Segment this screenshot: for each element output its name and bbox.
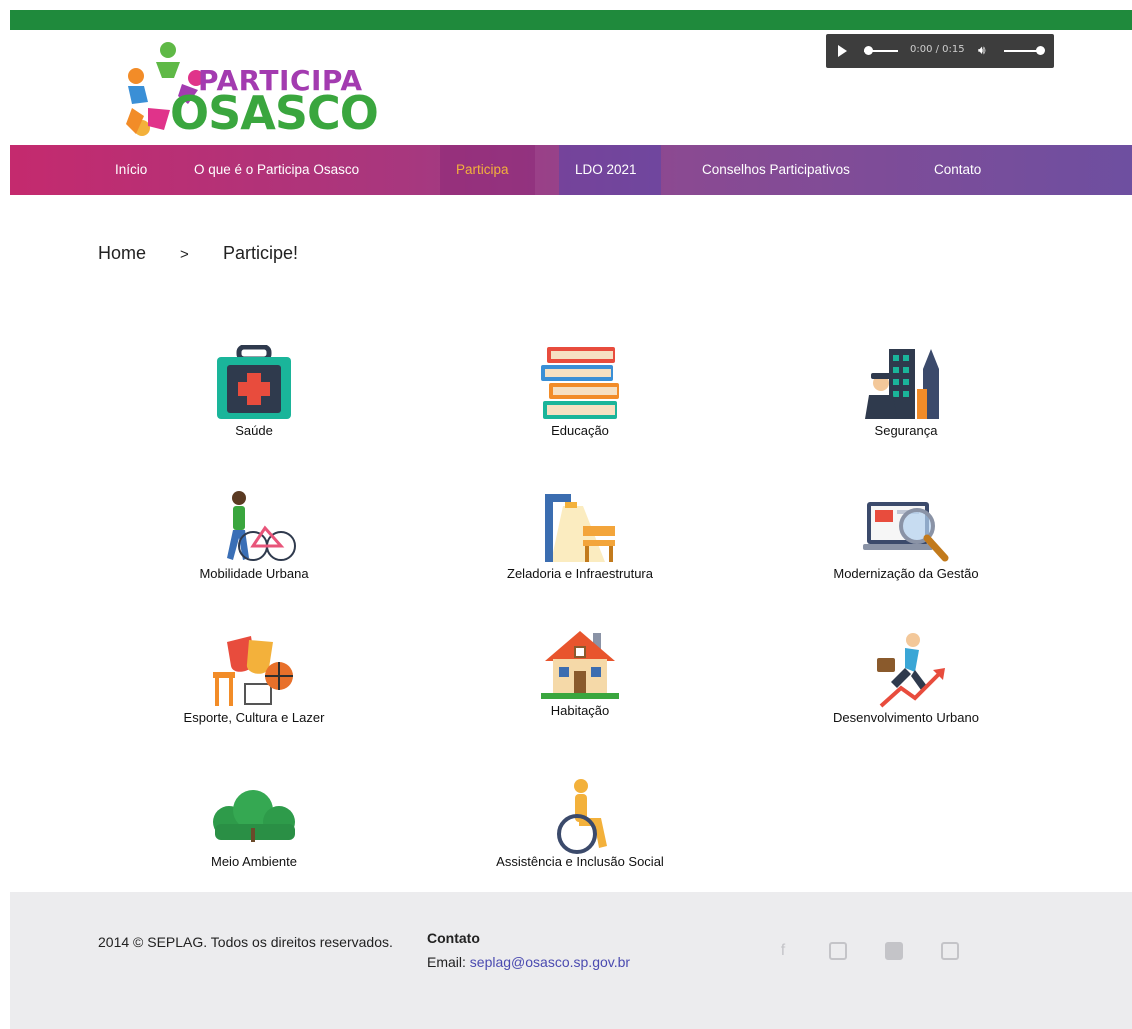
breadcrumb-current: Participe! xyxy=(223,243,299,263)
category-esporte[interactable]: Esporte, Cultura e Lazer xyxy=(134,632,374,725)
footer-copyright: 2014 © SEPLAG. Todos os direitos reserva… xyxy=(98,934,393,950)
youtube-icon[interactable] xyxy=(941,942,959,960)
category-seguranca[interactable]: Segurança xyxy=(786,345,1026,438)
audio-player[interactable]: 0:00 / 0:15 🔊︎ xyxy=(826,34,1054,68)
top-green-bar xyxy=(10,10,1132,30)
footer-contact-title: Contato xyxy=(427,930,480,946)
nav-item-ldo-2021[interactable]: LDO 2021 xyxy=(575,145,637,195)
category-habitacao[interactable]: Habitação xyxy=(460,625,700,718)
masks-basketball-icon xyxy=(209,632,299,714)
logo-text-osasco: OSASCO xyxy=(170,86,379,140)
streetlight-bench-icon xyxy=(535,488,625,570)
play-icon[interactable] xyxy=(838,45,847,57)
house-icon xyxy=(535,625,625,707)
nav-item-inicio[interactable]: Início xyxy=(115,145,147,195)
facebook-icon[interactable]: f xyxy=(774,942,792,960)
flickr-icon[interactable] xyxy=(885,942,903,960)
climbing-graph-icon xyxy=(861,632,951,714)
audio-progress-handle[interactable] xyxy=(864,46,873,55)
category-desenvolvimento[interactable]: Desenvolvimento Urbano xyxy=(786,632,1026,725)
footer-email-label: Email: xyxy=(427,954,466,970)
category-assistencia[interactable]: Assistência e Inclusão Social xyxy=(460,776,700,869)
category-zeladoria[interactable]: Zeladoria e Infraestrutura xyxy=(460,488,700,581)
nav-item-contato[interactable]: Contato xyxy=(934,145,981,195)
category-meio-ambiente[interactable]: Meio Ambiente xyxy=(134,776,374,869)
wheelchair-icon xyxy=(535,776,625,858)
books-icon xyxy=(535,345,625,427)
city-guard-icon xyxy=(861,345,951,427)
category-educacao[interactable]: Educação xyxy=(460,345,700,438)
category-modernizacao[interactable]: Modernização da Gestão xyxy=(786,488,1026,581)
forest-icon xyxy=(209,776,299,858)
volume-icon[interactable]: 🔊︎ xyxy=(978,43,986,58)
nav-item-participa[interactable]: Participa xyxy=(456,145,509,195)
nav-item-o-que-e[interactable]: O que é o Participa Osasco xyxy=(194,145,359,195)
footer-email-line: Email: seplag@osasco.sp.gov.br xyxy=(427,954,630,970)
main-navigation: Início O que é o Participa Osasco Partic… xyxy=(10,145,1132,195)
nav-item-conselhos[interactable]: Conselhos Participativos xyxy=(702,145,850,195)
laptop-magnifier-icon xyxy=(861,488,951,570)
breadcrumb-home[interactable]: Home xyxy=(98,243,146,264)
instagram-icon[interactable] xyxy=(829,942,847,960)
category-saude[interactable]: Saúde xyxy=(134,344,374,438)
volume-handle[interactable] xyxy=(1036,46,1045,55)
category-mobilidade[interactable]: Mobilidade Urbana xyxy=(134,488,374,581)
audio-time: 0:00 / 0:15 xyxy=(910,44,965,55)
bicycle-walker-icon xyxy=(209,488,299,570)
breadcrumb-separator: > xyxy=(180,246,189,263)
medical-kit-icon xyxy=(209,344,299,427)
participa-osasco-logo[interactable]: PARTICIPA OSASCO xyxy=(118,38,388,142)
footer: 2014 © SEPLAG. Todos os direitos reserva… xyxy=(10,892,1132,1029)
footer-email-link[interactable]: seplag@osasco.sp.gov.br xyxy=(470,954,630,970)
